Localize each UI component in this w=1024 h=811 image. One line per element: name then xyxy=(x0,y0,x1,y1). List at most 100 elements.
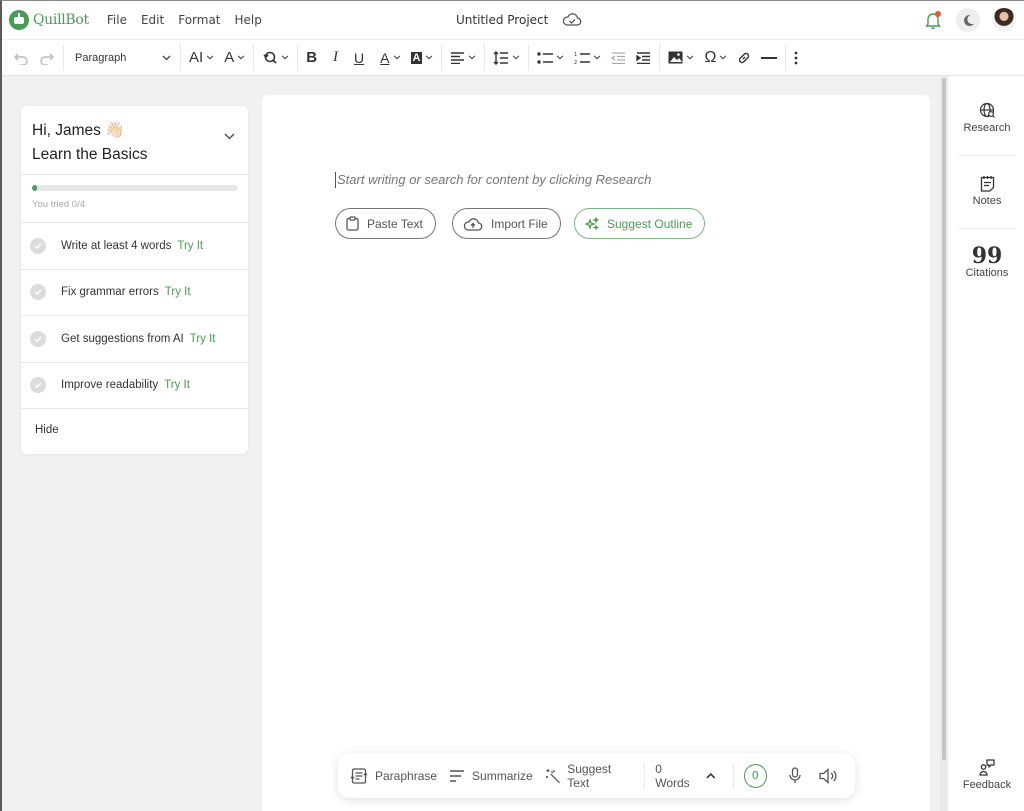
chevron-down-icon xyxy=(426,55,433,60)
toolbar-divider xyxy=(63,44,64,71)
toolbar-divider xyxy=(659,44,661,71)
bold-button[interactable]: B xyxy=(301,44,322,72)
learn-header[interactable]: Hi, James 👋🏻 Learn the Basics xyxy=(21,106,248,175)
block-style-select[interactable]: Paragraph xyxy=(67,52,177,64)
summarize-button[interactable]: Summarize xyxy=(449,769,533,783)
paraphrase-button[interactable]: Paraphrase xyxy=(350,767,437,785)
font-color-button[interactable]: A xyxy=(375,44,405,72)
align-button[interactable] xyxy=(445,44,481,72)
more-options-button[interactable] xyxy=(789,44,803,72)
chevron-down-icon xyxy=(206,55,214,60)
menu-format[interactable]: Format xyxy=(178,13,220,27)
find-replace-button[interactable] xyxy=(257,44,294,72)
user-avatar[interactable] xyxy=(992,8,1016,32)
menu-bar: File Edit Format Help xyxy=(107,13,262,27)
bullet-list-button[interactable] xyxy=(532,44,569,72)
redo-icon xyxy=(40,53,54,65)
hide-button[interactable]: Hide xyxy=(21,409,248,436)
omega-icon: Ω xyxy=(704,48,717,66)
menu-help[interactable]: Help xyxy=(235,13,262,27)
feedback-button[interactable]: Feedback xyxy=(958,758,1016,791)
numbered-list-button[interactable]: 12 xyxy=(569,44,606,72)
magic-wand-icon xyxy=(545,768,560,783)
indent-button[interactable] xyxy=(631,44,656,72)
research-button[interactable]: Research xyxy=(958,102,1016,134)
document-editor[interactable]: Start writing or search for content by c… xyxy=(262,95,930,811)
dark-mode-toggle[interactable] xyxy=(956,8,980,32)
paraphrase-label: Paraphrase xyxy=(375,768,438,783)
progress-label: You tried 0/4 xyxy=(32,199,85,210)
issues-count-badge[interactable]: 0 xyxy=(743,763,767,788)
suggest-outline-button[interactable]: Suggest Outline xyxy=(574,208,706,239)
check-circle-icon xyxy=(30,284,46,301)
formatting-toolbar: Paragraph AI A B I U A A 12 Ω xyxy=(2,39,1024,76)
outdent-icon xyxy=(611,51,626,64)
check-circle-icon xyxy=(30,330,46,347)
toolbar-divider xyxy=(180,44,181,71)
toolbar-divider xyxy=(528,44,530,71)
scrollbar-thumb[interactable] xyxy=(942,78,946,760)
chevron-down-icon xyxy=(594,55,601,60)
chevron-down-icon xyxy=(513,55,520,60)
horizontal-line-icon xyxy=(761,56,778,59)
text-format-button[interactable]: A xyxy=(219,44,250,72)
cloud-saved-icon[interactable] xyxy=(562,12,582,32)
notifications-button[interactable] xyxy=(922,9,944,31)
underline-icon: U xyxy=(354,49,365,66)
highlight-color-button[interactable]: A xyxy=(406,44,439,72)
task-item: Write at least 4 words Try It xyxy=(21,223,248,270)
special-characters-button[interactable]: Ω xyxy=(699,44,732,72)
try-it-link[interactable]: Try It xyxy=(164,379,190,391)
task-label: Improve readability xyxy=(61,379,159,392)
try-it-link[interactable]: Try It xyxy=(190,333,216,345)
project-title[interactable]: Untitled Project xyxy=(456,13,548,27)
chevron-down-icon[interactable] xyxy=(224,133,235,140)
suggest-text-button[interactable]: Suggest Text xyxy=(545,762,635,790)
task-item: Get suggestions from AI Try It xyxy=(21,316,248,363)
italic-button[interactable]: I xyxy=(328,44,343,72)
task-item: Fix grammar errors Try It xyxy=(21,270,248,316)
import-file-button[interactable]: Import File xyxy=(452,208,561,239)
menu-edit[interactable]: Edit xyxy=(141,13,164,27)
try-it-link[interactable]: Try It xyxy=(165,286,191,298)
chevron-down-icon xyxy=(162,55,171,60)
editor-placeholder[interactable]: Start writing or search for content by c… xyxy=(335,172,651,188)
quillbot-logo[interactable]: QuillBot xyxy=(9,10,89,30)
font-size-button[interactable]: AI xyxy=(184,44,219,72)
undo-button[interactable] xyxy=(8,44,34,72)
line-spacing-button[interactable] xyxy=(488,44,525,72)
outdent-button[interactable] xyxy=(606,44,631,72)
horizontal-rule-button[interactable] xyxy=(756,44,782,72)
insert-image-button[interactable] xyxy=(663,44,699,72)
try-it-link[interactable]: Try It xyxy=(177,240,203,252)
paste-text-label: Paste Text xyxy=(367,216,423,231)
bottom-action-bar: Paraphrase Summarize Suggest Text 0 Word… xyxy=(338,753,855,798)
bold-icon: B xyxy=(306,49,318,66)
check-circle-icon xyxy=(30,237,46,254)
menu-file[interactable]: File xyxy=(107,13,127,27)
block-style-value: Paragraph xyxy=(75,51,127,64)
insert-link-button[interactable] xyxy=(732,44,756,72)
task-list: Write at least 4 words Try It Fix gramma… xyxy=(21,223,248,409)
toolbar-divider xyxy=(253,44,255,71)
svg-text:1: 1 xyxy=(574,52,577,58)
font-size-icon: AI xyxy=(189,49,204,66)
progress-fill xyxy=(32,185,37,191)
editor-scrollbar[interactable] xyxy=(940,76,948,811)
image-icon xyxy=(668,51,683,64)
underline-button[interactable]: U xyxy=(349,44,369,72)
sparkle-icon xyxy=(585,216,599,231)
brand-name: QuillBot xyxy=(33,12,89,28)
dictation-button[interactable] xyxy=(789,767,801,784)
toolbar-divider xyxy=(785,44,787,71)
bottom-bar-divider xyxy=(732,763,734,788)
feedback-icon xyxy=(979,759,995,776)
notes-button[interactable]: Notes xyxy=(958,175,1016,207)
word-count-toggle[interactable]: 0 Words xyxy=(655,762,722,790)
paste-text-button[interactable]: Paste Text xyxy=(335,208,436,239)
progress-bar xyxy=(32,185,238,191)
text-to-speech-button[interactable] xyxy=(819,767,837,784)
quillbot-logo-icon xyxy=(9,10,29,30)
citations-button[interactable]: 99 Citations xyxy=(958,245,1016,279)
redo-button[interactable] xyxy=(34,44,60,72)
